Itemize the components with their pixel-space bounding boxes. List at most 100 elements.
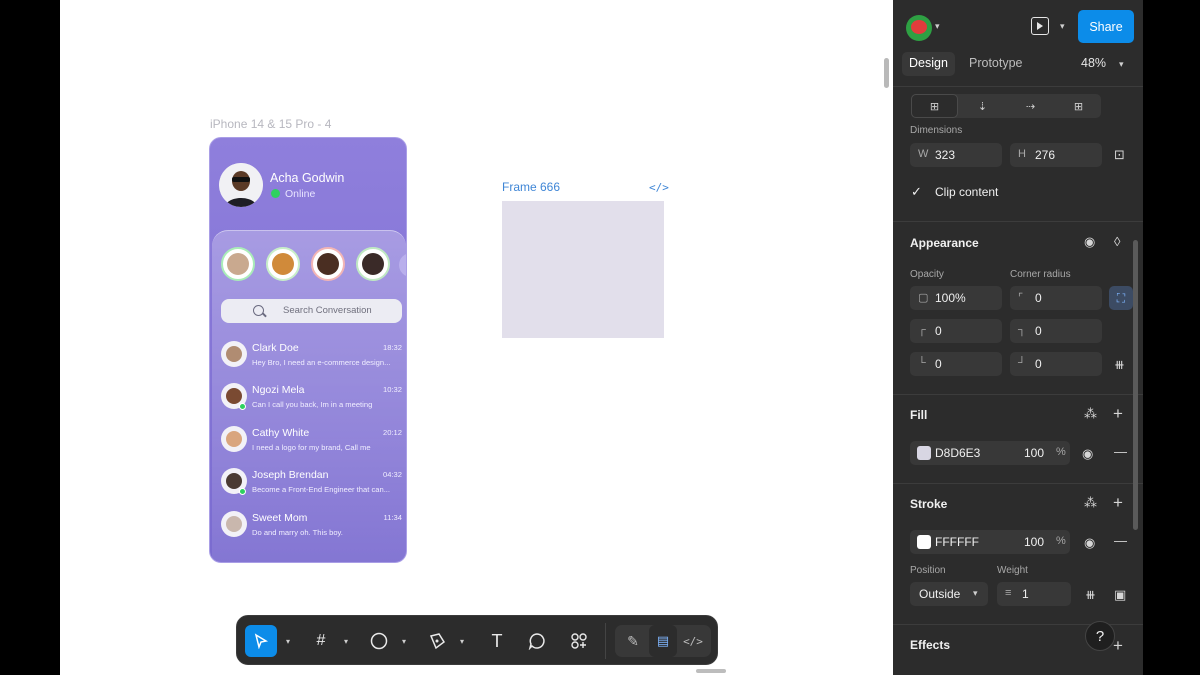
chat-avatar (221, 426, 247, 452)
height-prefix: H (1018, 148, 1026, 160)
share-button[interactable]: Share (1078, 10, 1134, 43)
styles-grid-icon[interactable]: ⁂ (1084, 495, 1097, 511)
story-avatar (311, 247, 345, 281)
fill-color-field[interactable]: D8D6E3 100 % (910, 441, 1070, 465)
stroke-swatch[interactable] (917, 535, 931, 549)
pen-tool-button[interactable] (423, 625, 451, 657)
panel-scrollbar[interactable] (1133, 240, 1138, 530)
zoom-level[interactable]: 48% (1081, 56, 1106, 70)
phone-header: Acha Godwin Online (210, 138, 406, 230)
phone-frame-label[interactable]: iPhone 14 & 15 Pro - 4 (210, 117, 331, 131)
stroke-sides-icon[interactable]: ▣ (1114, 587, 1126, 603)
comment-tool-button[interactable] (523, 625, 551, 657)
blend-mode-icon[interactable]: ◊ (1114, 234, 1120, 249)
adjust-icon[interactable]: ⧻ (1114, 357, 1125, 373)
add-stroke-icon[interactable]: + (1113, 493, 1123, 513)
divider (893, 221, 1143, 222)
chevron-down-icon: ▾ (973, 588, 978, 598)
chevron-down-icon[interactable]: ▾ (1060, 21, 1065, 32)
chat-message: Hey Bro, I need an e-commerce design... (252, 358, 391, 367)
user-name: Acha Godwin (270, 171, 345, 185)
eye-icon[interactable]: ◉ (1082, 446, 1093, 462)
design-mode-icon: ▤ (656, 633, 670, 648)
draw-mode-button[interactable]: ✎ (619, 625, 647, 657)
actions-tool-button[interactable] (565, 625, 593, 657)
stroke-settings-icon[interactable]: ⧻ (1085, 587, 1096, 603)
add-fill-icon[interactable]: + (1113, 404, 1123, 424)
frame-icon: # (316, 632, 326, 649)
move-tool-button[interactable] (245, 625, 277, 657)
eye-icon[interactable]: ◉ (1084, 234, 1095, 250)
fill-swatch[interactable] (917, 446, 931, 460)
stroke-weight-label: Weight (997, 565, 1028, 576)
opacity-icon: ▢ (918, 292, 929, 304)
clip-content-checkbox[interactable]: ✓ (911, 184, 922, 200)
height-field[interactable]: H 276 (1010, 143, 1102, 167)
code-icon[interactable]: </> (649, 181, 669, 194)
width-value: 323 (935, 148, 956, 162)
frame-tool-dropdown[interactable]: ▾ (337, 625, 351, 657)
tab-design[interactable]: Design (902, 52, 955, 76)
user-avatar (219, 163, 263, 207)
text-tool-button[interactable]: T (483, 625, 511, 657)
user-avatar-menu[interactable] (906, 15, 932, 41)
search-placeholder: Search Conversation (283, 305, 372, 316)
stroke-position-select[interactable]: Outside ▾ (910, 582, 988, 606)
present-icon[interactable] (1031, 17, 1049, 35)
flower-icon (911, 20, 927, 34)
vertical-layout-icon: ⇣ (977, 100, 988, 113)
resize-to-fit-icon[interactable]: ⊡ (1114, 147, 1125, 163)
move-tool-dropdown[interactable]: ▾ (279, 625, 293, 657)
top-right-radius-field[interactable]: ┐ 0 (1010, 319, 1102, 343)
width-field[interactable]: W 323 (910, 143, 1002, 167)
layout-grid-option[interactable]: ⊞ (1055, 94, 1102, 118)
frame-666[interactable] (502, 201, 664, 338)
opacity-field[interactable]: ▢ 100% (910, 286, 1002, 310)
help-button[interactable]: ? (1085, 621, 1115, 651)
layout-vertical-option[interactable]: ⇣ (959, 94, 1006, 118)
canvas-scrollbar[interactable] (884, 58, 889, 88)
bottom-left-radius-field[interactable]: └ 0 (910, 352, 1002, 376)
fill-percent: % (1056, 446, 1066, 458)
ellipse-icon (370, 632, 388, 650)
top-left-radius-field[interactable]: ┌ 0 (910, 319, 1002, 343)
eye-icon[interactable]: ◉ (1084, 535, 1095, 551)
opacity-label: Opacity (910, 269, 944, 280)
chat-list-item: Joseph Brendan Become a Front-End Engine… (221, 464, 402, 498)
frame-666-label[interactable]: Frame 666 (502, 180, 560, 194)
stroke-percent: % (1056, 535, 1066, 547)
independent-corners-button[interactable]: ⛶ (1109, 286, 1133, 310)
chat-time: 20:12 (382, 428, 402, 437)
phone-frame[interactable]: Acha Godwin Online Search Conversation C… (209, 137, 407, 563)
remove-fill-icon[interactable]: — (1114, 444, 1127, 459)
chevron-down-icon: ▾ (343, 636, 348, 646)
bottom-right-radius-field[interactable]: ┘ 0 (1010, 352, 1102, 376)
stroke-weight-field[interactable]: ≡ 1 (997, 582, 1071, 606)
canvas-horizontal-scrollbar[interactable] (696, 669, 726, 673)
shape-tool-dropdown[interactable]: ▾ (395, 625, 409, 657)
stroke-opacity: 100 (1024, 535, 1045, 549)
stroke-color-field[interactable]: FFFFFF 100 % (910, 530, 1070, 554)
online-status-dot (271, 189, 280, 198)
remove-stroke-icon[interactable]: — (1114, 533, 1127, 548)
chat-list-item: Clark Doe Hey Bro, I need an e-commerce … (221, 337, 402, 371)
shape-tool-button[interactable] (365, 625, 393, 657)
chevron-down-icon[interactable]: ▾ (935, 21, 940, 32)
chat-name: Joseph Brendan (252, 469, 329, 481)
phone-content-sheet: Search Conversation Clark Doe Hey Bro, I… (212, 230, 406, 562)
frame-tool-button[interactable]: # (307, 625, 335, 657)
styles-grid-icon[interactable]: ⁂ (1084, 406, 1097, 422)
story-avatar (221, 247, 255, 281)
layout-freeform-option[interactable]: ⊞ (911, 94, 958, 118)
stroke-position-label: Position (910, 565, 946, 576)
corner-radius-field[interactable]: ⌜ 0 (1010, 286, 1102, 310)
chevron-down-icon: ▾ (401, 636, 406, 646)
dev-mode-button[interactable]: </> (679, 625, 707, 657)
chat-message: Become a Front-End Engineer that can... (252, 485, 391, 494)
layout-horizontal-option[interactable]: ⇢ (1007, 94, 1054, 118)
tab-prototype[interactable]: Prototype (962, 52, 1030, 76)
design-mode-button[interactable]: ▤ (649, 625, 677, 657)
design-canvas[interactable]: iPhone 14 & 15 Pro - 4 Acha Godwin Onlin… (60, 0, 893, 675)
chevron-down-icon[interactable]: ▾ (1119, 59, 1124, 70)
pen-tool-dropdown[interactable]: ▾ (453, 625, 467, 657)
